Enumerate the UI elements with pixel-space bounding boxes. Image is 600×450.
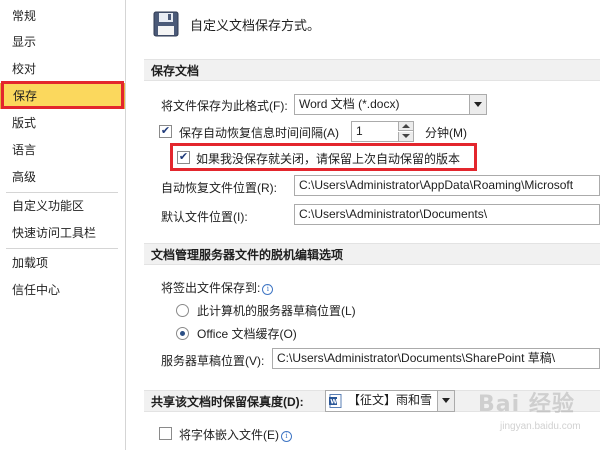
keep-last-version-checkbox[interactable]: ✔: [177, 151, 190, 164]
save-format-value: Word 文档 (*.docx): [299, 97, 400, 111]
sidebar-item-advanced[interactable]: 高级: [0, 164, 125, 190]
autorecover-location-label: 自动恢复文件位置(R):: [161, 181, 277, 195]
chevron-down-icon[interactable]: [469, 95, 486, 114]
office-cache-radio[interactable]: [176, 327, 189, 340]
chevron-down-icon[interactable]: [437, 391, 454, 411]
info-icon: i: [262, 284, 274, 295]
save-format-label: 将文件保存为此格式(F):: [161, 99, 288, 113]
keep-last-version-label: 如果我没保存就关闭，请保留上次自动保留的版本: [196, 152, 461, 166]
autorecover-location-input[interactable]: C:\Users\Administrator\AppData\Roaming\M…: [294, 175, 600, 196]
sidebar-item-display[interactable]: 显示: [0, 29, 125, 55]
spin-up-icon[interactable]: [398, 122, 413, 131]
save-format-dropdown[interactable]: Word 文档 (*.docx): [294, 94, 487, 115]
autorecover-minutes-spinner[interactable]: 1: [351, 121, 414, 142]
sidebar-divider: [6, 248, 118, 249]
word-document-icon: W: [329, 394, 342, 408]
embed-fonts-text: 将字体嵌入文件(E): [179, 428, 279, 442]
checkout-location-label: 将签出文件保存到: i: [161, 279, 274, 296]
info-icon: i: [281, 431, 292, 442]
embed-fonts-checkbox[interactable]: [159, 427, 172, 440]
server-drafts-location-label: 服务器草稿位置(V):: [161, 354, 265, 368]
fidelity-document-dropdown[interactable]: W 【征文】雨和雪: [325, 390, 455, 412]
offline-editing-heading: 文档管理服务器文件的脱机编辑选项: [144, 243, 600, 265]
page-title: 自定义文档保存方式。: [190, 18, 321, 33]
sidebar-item-customize-ribbon[interactable]: 自定义功能区: [0, 193, 125, 219]
svg-text:W: W: [330, 398, 337, 406]
sidebar-item-save[interactable]: 保存: [0, 83, 125, 109]
server-drafts-radio[interactable]: [176, 304, 189, 317]
baidu-watermark-url: jingyan.baidu.com: [500, 421, 581, 432]
server-drafts-location-input[interactable]: C:\Users\Administrator\Documents\SharePo…: [272, 348, 600, 369]
baidu-watermark: Bai 经验: [478, 392, 575, 417]
sidebar-item-quick-access-toolbar[interactable]: 快速访问工具栏: [0, 220, 125, 246]
options-sidebar: 常规 显示 校对 保存 版式 语言 高级 自定义功能区 快速访问工具栏 加载项 …: [0, 0, 126, 450]
minutes-label: 分钟(M): [425, 126, 467, 140]
floppy-disk-icon: [152, 10, 180, 38]
sidebar-item-language[interactable]: 语言: [0, 137, 125, 163]
embed-fonts-label: 将字体嵌入文件(E) i: [179, 426, 292, 443]
office-cache-radio-label: Office 文档缓存(O): [197, 327, 297, 341]
sidebar-item-general[interactable]: 常规: [0, 3, 125, 29]
default-location-input[interactable]: C:\Users\Administrator\Documents\: [294, 204, 600, 225]
sidebar-item-layout[interactable]: 版式: [0, 110, 125, 136]
default-location-label: 默认文件位置(I):: [161, 210, 248, 224]
sidebar-item-add-ins[interactable]: 加载项: [0, 250, 125, 276]
save-documents-heading: 保存文档: [144, 59, 600, 81]
autorecover-checkbox[interactable]: ✔: [159, 125, 172, 138]
spin-down-icon[interactable]: [398, 132, 413, 141]
autorecover-label: 保存自动恢复信息时间间隔(A): [179, 126, 339, 140]
sidebar-item-proofing[interactable]: 校对: [0, 56, 125, 82]
server-drafts-radio-label: 此计算机的服务器草稿位置(L): [197, 304, 356, 318]
checkout-location-text: 将签出文件保存到:: [161, 281, 261, 295]
fidelity-document-value: 【征文】雨和雪: [348, 393, 433, 407]
autorecover-minutes-value: 1: [356, 124, 363, 138]
sidebar-item-trust-center[interactable]: 信任中心: [0, 277, 125, 303]
fidelity-heading-text: 共享该文档时保留保真度(D):: [151, 395, 304, 409]
